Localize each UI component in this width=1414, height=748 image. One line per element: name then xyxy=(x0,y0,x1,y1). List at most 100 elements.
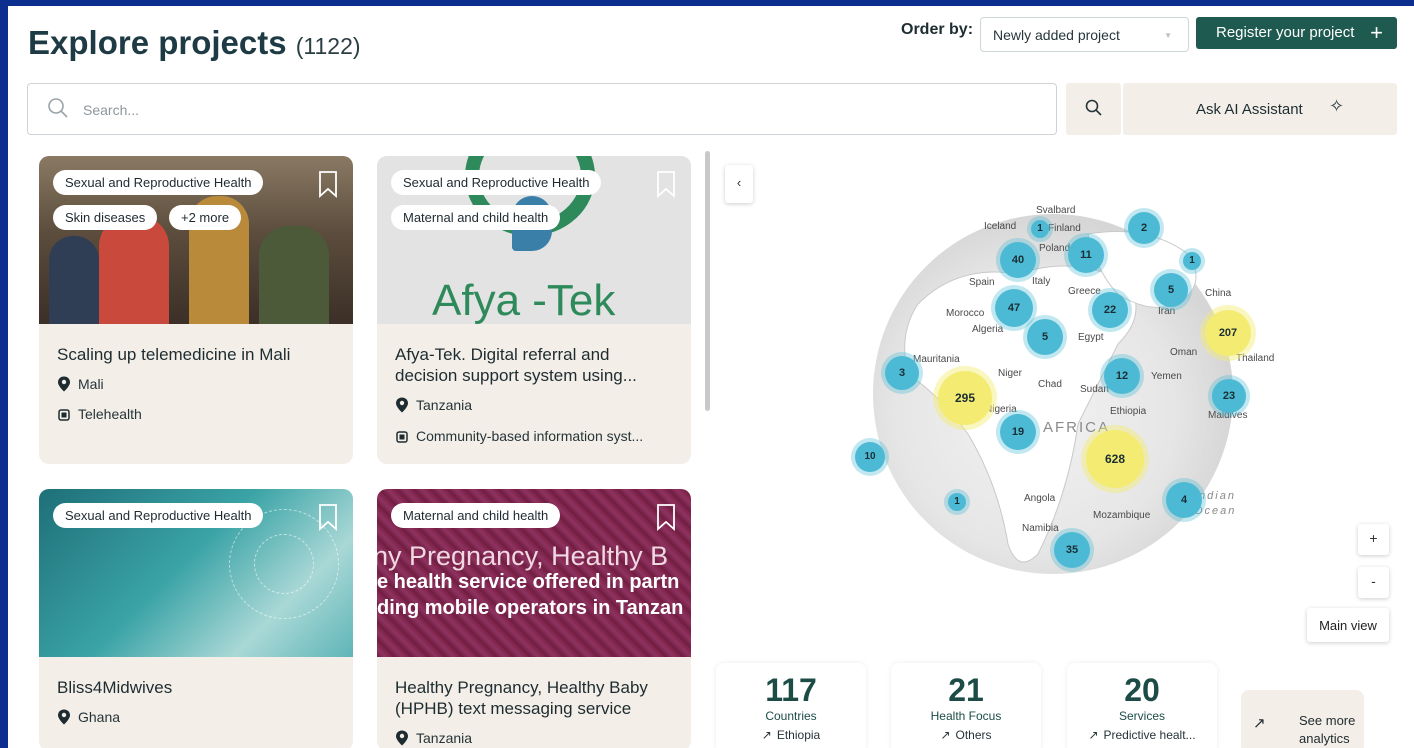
stat-card-health-focus[interactable]: 21 Health Focus ↗ Others xyxy=(891,663,1041,748)
stat-top-item: ↗ Others xyxy=(891,728,1041,742)
card-service: Community-based information syst... xyxy=(395,428,643,444)
stat-label: Health Focus xyxy=(930,709,1002,723)
project-card[interactable]: Sexual and Reproductive Health Skin dise… xyxy=(39,156,353,464)
map-cluster[interactable]: 22 xyxy=(1092,292,1128,328)
project-card[interactable]: ny Pregnancy, Healthy B e health service… xyxy=(377,489,691,748)
sparkle-icon: ✧ xyxy=(1329,96,1345,116)
bookmark-icon[interactable] xyxy=(317,170,339,198)
map-label: China xyxy=(1205,288,1232,299)
map-cluster[interactable]: 3 xyxy=(885,356,919,390)
map-cluster[interactable]: 5 xyxy=(1154,273,1188,307)
main-view-button[interactable]: Main view xyxy=(1307,608,1389,642)
bookmark-icon[interactable] xyxy=(655,503,677,531)
collapse-panel-button[interactable]: ‹ xyxy=(725,165,753,203)
map-cluster[interactable]: 10 xyxy=(855,442,885,472)
chip-icon xyxy=(396,431,408,443)
plus-icon: + xyxy=(1370,20,1383,45)
card-logo-text: Afya -Tek xyxy=(432,276,616,325)
card-country: Mali xyxy=(57,376,104,392)
map-label: Morocco xyxy=(946,308,985,319)
card-title[interactable]: Healthy Pregnancy, Healthy Baby (HPHB) t… xyxy=(395,677,675,719)
map-cluster[interactable]: 1 xyxy=(1031,220,1049,238)
map-cluster[interactable]: 295 xyxy=(938,371,992,425)
project-count: (1122) xyxy=(295,33,361,59)
search-icon xyxy=(48,98,68,118)
scrollbar-thumb[interactable] xyxy=(705,151,710,411)
location-pin-icon xyxy=(396,397,408,413)
map-label: Namibia xyxy=(1022,523,1059,534)
stat-top-item: ↗ Ethiopia xyxy=(716,728,866,742)
map-label: Mozambique xyxy=(1093,510,1151,521)
map-label: Angola xyxy=(1024,493,1056,504)
page-title: Explore projects (1122) xyxy=(28,24,361,62)
stat-number: 117 xyxy=(765,672,817,708)
project-card[interactable]: Afya -Tek Sexual and Reproductive Health… xyxy=(377,156,691,464)
card-service-text: Community-based information syst... xyxy=(416,428,644,444)
search-icon xyxy=(1085,99,1102,116)
card-title[interactable]: Bliss4Midwives xyxy=(57,677,337,698)
map-cluster[interactable]: 1 xyxy=(948,493,966,511)
card-country: Tanzania xyxy=(395,730,472,746)
map-label: Italy xyxy=(1032,276,1051,287)
card-service-text: Telehealth xyxy=(78,406,142,422)
trend-up-icon: ↗ xyxy=(761,728,772,742)
register-project-button[interactable]: Register your project + xyxy=(1196,17,1397,49)
order-by-select[interactable]: Newly added project ▼ xyxy=(980,17,1189,52)
search-button[interactable] xyxy=(1066,83,1121,135)
stat-top-text: Ethiopia xyxy=(776,728,821,742)
trend-up-icon: ↗ xyxy=(940,728,951,742)
stat-top-text: Predictive healt... xyxy=(1103,728,1196,742)
bookmark-icon[interactable] xyxy=(655,170,677,198)
map-cluster[interactable]: 23 xyxy=(1212,379,1246,413)
stat-card-countries[interactable]: 117 Countries ↗ Ethiopia xyxy=(716,663,866,748)
card-title[interactable]: Scaling up telemedicine in Mali xyxy=(57,344,337,365)
tag-chip: Sexual and Reproductive Health xyxy=(53,170,264,195)
map-cluster[interactable]: 2 xyxy=(1128,212,1160,244)
map-cluster[interactable]: 207 xyxy=(1205,310,1251,356)
zoom-in-button[interactable]: + xyxy=(1358,524,1389,555)
stat-card-services[interactable]: 20 Services ↗ Predictive healt... xyxy=(1067,663,1217,748)
order-by-value: Newly added project xyxy=(993,27,1120,43)
stat-top-text: Others xyxy=(955,728,992,742)
project-card[interactable]: Sexual and Reproductive Health Bliss4Mid… xyxy=(39,489,353,748)
map-label: Finland xyxy=(1048,223,1081,234)
map-label: Chad xyxy=(1038,379,1062,390)
map-cluster[interactable]: 4 xyxy=(1166,482,1202,518)
map-cluster[interactable]: 5 xyxy=(1027,319,1063,355)
card-service: Telehealth xyxy=(57,406,142,422)
stat-number: 20 xyxy=(1124,672,1160,708)
bookmark-icon[interactable] xyxy=(317,503,339,531)
map-cluster[interactable]: 628 xyxy=(1086,430,1144,488)
map-cluster[interactable]: 11 xyxy=(1068,237,1104,273)
card-country-text: Mali xyxy=(78,376,104,392)
zoom-out-button[interactable]: - xyxy=(1358,567,1389,598)
stat-number: 21 xyxy=(948,672,984,708)
world-map[interactable] xyxy=(848,194,1268,594)
search-input[interactable]: Search... xyxy=(27,83,1057,135)
map-label: Egypt xyxy=(1078,332,1104,343)
map-cluster[interactable]: 35 xyxy=(1054,532,1090,568)
map-cluster[interactable]: 1 xyxy=(1183,252,1201,270)
ask-ai-label: Ask AI Assistant xyxy=(1196,101,1303,118)
tag-chip: Maternal and child health xyxy=(391,205,561,230)
stat-top-item: ↗ Predictive healt... xyxy=(1067,728,1217,742)
more-tags-chip[interactable]: +2 more xyxy=(169,205,242,230)
map-cluster[interactable]: 40 xyxy=(1000,242,1036,278)
map-cluster[interactable]: 12 xyxy=(1104,358,1140,394)
chip-icon xyxy=(58,409,70,421)
card-country-text: Tanzania xyxy=(416,730,473,746)
chevron-down-icon: ▼ xyxy=(1164,31,1172,40)
map-cluster[interactable]: 47 xyxy=(995,289,1033,327)
map-label: Algeria xyxy=(972,324,1004,335)
location-pin-icon xyxy=(58,376,70,392)
map-cluster[interactable]: 19 xyxy=(1000,414,1036,450)
analytics-label: See more analytics xyxy=(1299,713,1356,746)
see-more-analytics-button[interactable]: ↗ See more analytics xyxy=(1241,690,1364,748)
ask-ai-assistant-button[interactable]: Ask AI Assistant ✧ xyxy=(1123,83,1397,135)
map-label: Svalbard xyxy=(1036,205,1076,216)
map-label: Poland xyxy=(1039,243,1071,254)
card-overlay-line: ny Pregnancy, Healthy B xyxy=(377,541,669,571)
card-title[interactable]: Afya-Tek. Digital referral and decision … xyxy=(395,344,675,386)
card-overlay-line: ding mobile operators in Tanzan xyxy=(377,597,684,619)
page: Explore projects (1122) Order by: Newly … xyxy=(8,6,1414,748)
